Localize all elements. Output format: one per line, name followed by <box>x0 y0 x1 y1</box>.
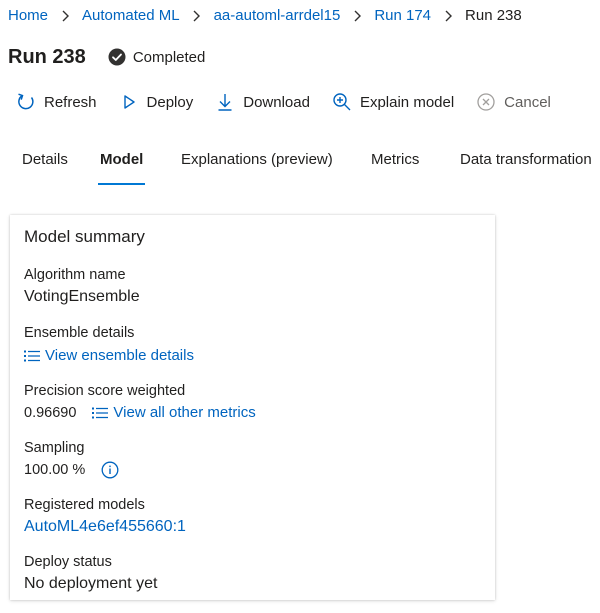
view-all-metrics-link[interactable]: View all other metrics <box>92 404 256 421</box>
list-icon <box>92 406 109 420</box>
sampling-row: 100.00 % <box>24 461 119 479</box>
registered-models-label: Registered models <box>24 497 145 513</box>
deploy-status-value: No deployment yet <box>24 575 158 592</box>
tab-metrics[interactable]: Metrics <box>371 145 419 185</box>
cancel-icon <box>476 92 496 112</box>
view-ensemble-details-text: View ensemble details <box>45 347 194 364</box>
explain-model-button[interactable]: Explain model <box>332 92 454 112</box>
precision-score-value: 0.96690 <box>24 404 77 421</box>
tab-model[interactable]: Model <box>97 145 146 185</box>
sampling-label: Sampling <box>24 440 85 456</box>
refresh-icon <box>16 92 36 112</box>
breadcrumb-current-run: Run 238 <box>465 6 522 24</box>
chevron-right-icon <box>340 7 374 24</box>
play-icon <box>119 92 139 112</box>
breadcrumb-home[interactable]: Home <box>8 7 48 24</box>
breadcrumb-parent-run[interactable]: Run 174 <box>374 7 431 24</box>
model-summary-card: Model summary Algorithm name VotingEnsem… <box>10 215 495 600</box>
ensemble-details-label: Ensemble details <box>24 325 135 341</box>
tab-data-transformation[interactable]: Data transformation <box>460 145 592 185</box>
breadcrumb: Home Automated ML aa-automl-arrdel15 Run… <box>8 4 522 26</box>
status-badge: Completed <box>108 48 206 66</box>
deploy-status-label: Deploy status <box>24 554 112 570</box>
sampling-value: 100.00 % <box>24 462 86 478</box>
tab-details[interactable]: Details <box>22 145 68 185</box>
precision-score-row: 0.96690 View all other metrics <box>24 404 256 421</box>
tab-explanations[interactable]: Explanations (preview) <box>181 145 333 185</box>
info-icon[interactable] <box>101 461 119 479</box>
explain-model-label: Explain model <box>359 93 455 111</box>
refresh-label: Refresh <box>44 93 97 111</box>
breadcrumb-automated-ml[interactable]: Automated ML <box>82 7 180 24</box>
zoom-in-icon <box>332 92 352 112</box>
page-title: Run 238 <box>8 45 86 68</box>
list-icon <box>24 349 40 363</box>
precision-score-label: Precision score weighted <box>24 383 186 399</box>
algorithm-name-label: Algorithm name <box>24 267 126 283</box>
card-title: Model summary <box>24 227 145 246</box>
deploy-button[interactable]: Deploy <box>119 92 194 112</box>
refresh-button[interactable]: Refresh <box>16 92 97 112</box>
view-ensemble-details-link[interactable]: View ensemble details <box>24 347 194 364</box>
breadcrumb-experiment[interactable]: aa-automl-arrdel15 <box>214 7 341 24</box>
title-row: Run 238 Completed <box>8 42 205 72</box>
cancel-button[interactable]: Cancel <box>476 92 551 112</box>
download-label: Download <box>243 93 310 111</box>
status-text: Completed <box>132 48 206 66</box>
download-icon <box>215 92 235 112</box>
completed-check-icon <box>108 48 126 66</box>
view-all-metrics-text: View all other metrics <box>113 404 256 421</box>
run-details-page: Home Automated ML aa-automl-arrdel15 Run… <box>0 0 600 613</box>
registered-model-link[interactable]: AutoML4e6ef455660:1 <box>24 518 186 536</box>
deploy-label: Deploy <box>146 93 194 111</box>
download-button[interactable]: Download <box>215 92 310 112</box>
tab-bar: Details Model Explanations (preview) Met… <box>0 145 600 185</box>
algorithm-name-value: VotingEnsemble <box>24 288 140 305</box>
chevron-right-icon <box>431 7 465 24</box>
command-bar: Refresh Deploy Download Explain model Ca… <box>16 88 573 116</box>
cancel-label: Cancel <box>504 93 551 111</box>
chevron-right-icon <box>180 7 214 24</box>
chevron-right-icon <box>48 7 82 24</box>
